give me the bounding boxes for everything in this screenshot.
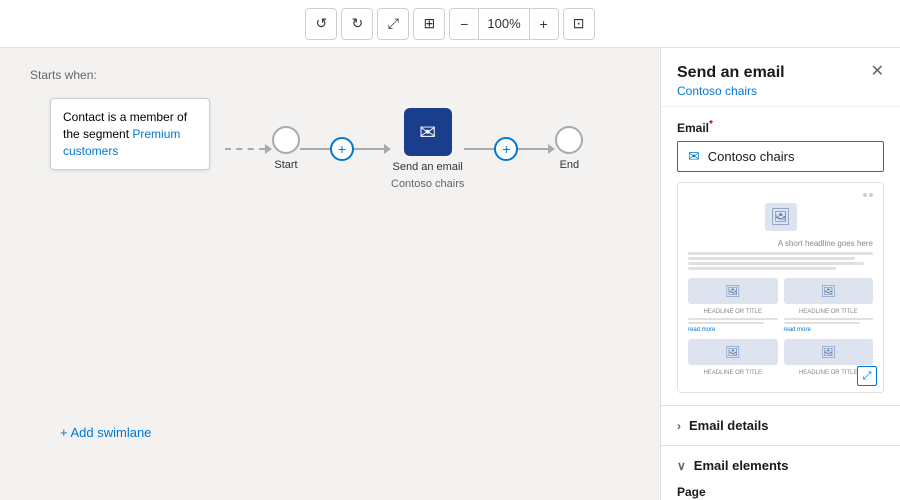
- preview-line-3: [688, 262, 864, 265]
- send-email-node[interactable]: ✉ Send an email Contoso chairs: [391, 108, 464, 190]
- email-field-label: Email*: [677, 119, 884, 135]
- right-panel: Send an email Contoso chairs ✕ Email* ✉ …: [660, 48, 900, 500]
- preview-col-2: 🖼 HEADLINE OR TITLE read more: [784, 278, 874, 333]
- preview-col-line-2: [688, 322, 764, 324]
- email-elements-chevron-down-icon: ∨: [677, 459, 686, 473]
- close-button[interactable]: ✕: [871, 64, 884, 80]
- preview-col-label-2: HEADLINE OR TITLE: [784, 309, 874, 315]
- end-label: End: [560, 158, 580, 172]
- preview-col-lines-2: [784, 318, 874, 324]
- email-details-section: › Email details: [661, 405, 900, 445]
- zoom-out-button[interactable]: −: [450, 9, 478, 39]
- email-elements-label: Email elements: [694, 458, 789, 473]
- page-field-label: Page: [677, 485, 884, 499]
- preview-col-image-4: 🖼: [784, 339, 874, 365]
- preview-line-4: [688, 267, 836, 270]
- preview-two-col-1: 🖼 HEADLINE OR TITLE read more 🖼 HEADLINE…: [688, 278, 873, 333]
- preview-headline: A short headline goes here: [688, 239, 873, 248]
- fit-button[interactable]: ⊡: [563, 8, 595, 40]
- panel-title: Send an email: [677, 64, 785, 82]
- arrow-2: [384, 144, 391, 154]
- preview-link-1: read more: [688, 327, 778, 333]
- preview-text-lines: [688, 252, 873, 270]
- connector-4: [464, 148, 494, 150]
- preview-hero: 🖼: [688, 203, 873, 231]
- email-section: Email* ✉ Contoso chairs 🖼: [661, 107, 900, 405]
- zoom-control: − 100% +: [449, 8, 558, 40]
- preview-col-lines-1: [688, 318, 778, 324]
- preview-col-label-1: HEADLINE OR TITLE: [688, 309, 778, 315]
- preview-expand-button[interactable]: ⤢: [857, 366, 877, 386]
- preview-col-line-3: [784, 318, 874, 320]
- preview-col-image-2: 🖼: [784, 278, 874, 304]
- end-circle: [555, 126, 583, 154]
- action-subtitle-label: Contoso chairs: [391, 178, 464, 190]
- email-select-text: Contoso chairs: [708, 149, 795, 164]
- email-details-label: Email details: [689, 418, 768, 433]
- preview-line-2: [688, 257, 855, 260]
- trigger-node[interactable]: Contact is a member of the segment Premi…: [50, 98, 210, 170]
- email-details-header[interactable]: › Email details: [677, 418, 884, 433]
- email-elements-header[interactable]: ∨ Email elements: [677, 458, 884, 473]
- email-action-icon: ✉: [404, 108, 452, 156]
- zoom-in-button[interactable]: +: [530, 9, 558, 39]
- preview-col-3: 🖼 HEADLINE OR TITLE: [688, 339, 778, 376]
- panel-title-block: Send an email Contoso chairs: [677, 64, 785, 98]
- swimlane-container: Starts when: Contact is a member of the …: [30, 68, 640, 480]
- flow-area: Start + ✉ Send an email Contoso chairs +: [225, 108, 583, 190]
- envelope-icon: ✉: [688, 148, 700, 165]
- starts-when-label: Starts when:: [30, 68, 640, 82]
- email-elements-section: ∨ Email elements Page ✕ + Add item: [661, 445, 900, 500]
- email-details-chevron-right-icon: ›: [677, 419, 681, 433]
- preview-dots: [863, 193, 873, 197]
- email-preview: 🖼 A short headline goes here 🖼 HEADLINE …: [677, 182, 884, 393]
- preview-col-1: 🖼 HEADLINE OR TITLE read more: [688, 278, 778, 333]
- start-circle: [272, 126, 300, 154]
- preview-col-image-1: 🖼: [688, 278, 778, 304]
- preview-hero-image: 🖼: [765, 203, 797, 231]
- preview-col-line-1: [688, 318, 778, 320]
- end-node[interactable]: End: [555, 126, 583, 172]
- preview-dot-2: [869, 193, 873, 197]
- preview-inner: 🖼 A short headline goes here 🖼 HEADLINE …: [678, 183, 883, 392]
- dashed-connector-1: [225, 148, 265, 150]
- arrow-1: [265, 144, 272, 154]
- preview-col-label-3: HEADLINE OR TITLE: [688, 370, 778, 376]
- preview-col-line-4: [784, 322, 860, 324]
- preview-line-1: [688, 252, 873, 255]
- preview-two-col-2: 🖼 HEADLINE OR TITLE 🖼 HEADLINE OR TITLE: [688, 339, 873, 376]
- email-elements-content: Page ✕ + Add item: [677, 485, 884, 500]
- start-node[interactable]: Start: [272, 126, 300, 172]
- arrow-3: [548, 144, 555, 154]
- email-select[interactable]: ✉ Contoso chairs: [677, 141, 884, 172]
- add-between-start[interactable]: +: [330, 137, 354, 161]
- zoom-level-label: 100%: [478, 9, 529, 39]
- connector-5: [518, 148, 548, 150]
- expand-button[interactable]: ⤢: [377, 8, 409, 40]
- preview-header-bar: [688, 193, 873, 197]
- connector-2: [300, 148, 330, 150]
- main-area: Starts when: Contact is a member of the …: [0, 48, 900, 500]
- panel-header: Send an email Contoso chairs ✕: [661, 48, 900, 107]
- undo-button[interactable]: ↺: [305, 8, 337, 40]
- add-between-action-end[interactable]: +: [494, 137, 518, 161]
- action-title-label: Send an email: [393, 160, 463, 174]
- preview-dot-1: [863, 193, 867, 197]
- panel-subtitle[interactable]: Contoso chairs: [677, 84, 785, 98]
- map-button[interactable]: ⊞: [413, 8, 445, 40]
- preview-link-2: read more: [784, 327, 874, 333]
- start-label: Start: [274, 158, 297, 172]
- connector-3: [354, 148, 384, 150]
- redo-button[interactable]: ↻: [341, 8, 373, 40]
- add-swimlane-button[interactable]: + Add swimlane: [60, 425, 151, 440]
- preview-col-image-3: 🖼: [688, 339, 778, 365]
- canvas[interactable]: Starts when: Contact is a member of the …: [0, 48, 660, 500]
- toolbar: ↺ ↻ ⤢ ⊞ − 100% + ⊡: [0, 0, 900, 48]
